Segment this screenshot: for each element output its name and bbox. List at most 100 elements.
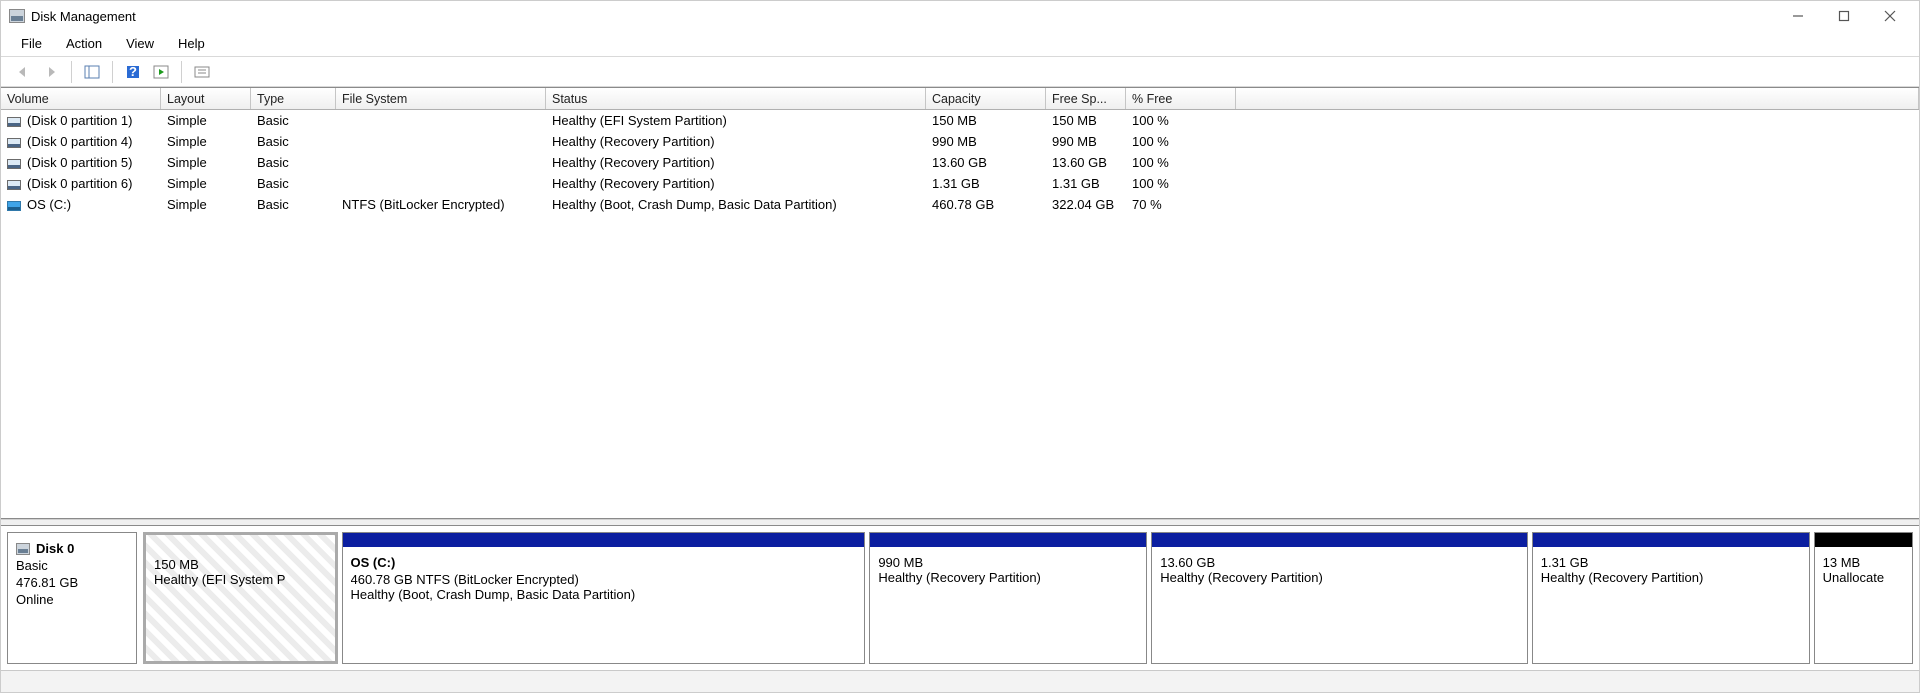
partition-stripe: [1152, 533, 1527, 547]
disk-info[interactable]: Disk 0 Basic 476.81 GB Online: [7, 532, 137, 664]
cell-type: Basic: [251, 134, 336, 149]
partition-size: 13.60 GB: [1160, 555, 1519, 570]
cell-pct: 100 %: [1126, 176, 1236, 191]
back-button[interactable]: [11, 61, 35, 83]
menu-view[interactable]: View: [118, 34, 162, 53]
cell-layout: Simple: [161, 155, 251, 170]
partition-box[interactable]: OS (C:) 460.78 GB NTFS (BitLocker Encrypt…: [342, 532, 866, 664]
col-capacity[interactable]: Capacity: [926, 88, 1046, 109]
titlebar: Disk Management: [1, 1, 1919, 31]
list-header: Volume Layout Type File System Status Ca…: [1, 88, 1919, 110]
cell-free: 322.04 GB: [1046, 197, 1126, 212]
col-free[interactable]: Free Sp...: [1046, 88, 1126, 109]
table-row[interactable]: (Disk 0 partition 6) SimpleBasic Healthy (…: [1, 173, 1919, 194]
cell-capacity: 460.78 GB: [926, 197, 1046, 212]
cell-layout: Simple: [161, 176, 251, 191]
volume-icon: [7, 180, 21, 190]
statusbar: [1, 670, 1919, 692]
cell-layout: Simple: [161, 113, 251, 128]
separator-icon: [71, 61, 72, 83]
cell-volume: (Disk 0 partition 6): [27, 176, 132, 191]
cell-layout: Simple: [161, 134, 251, 149]
cell-status: Healthy (Boot, Crash Dump, Basic Data Pa…: [546, 197, 926, 212]
properties-button[interactable]: [190, 61, 214, 83]
partition-status: Healthy (Boot, Crash Dump, Basic Data Pa…: [351, 587, 857, 602]
cell-capacity: 990 MB: [926, 134, 1046, 149]
menu-action[interactable]: Action: [58, 34, 110, 53]
cell-status: Healthy (Recovery Partition): [546, 176, 926, 191]
partition-box[interactable]: 990 MBHealthy (Recovery Partition): [869, 532, 1147, 664]
partition-box[interactable]: 13.60 GBHealthy (Recovery Partition): [1151, 532, 1528, 664]
app-icon: [9, 9, 25, 23]
volume-list: Volume Layout Type File System Status Ca…: [1, 87, 1919, 519]
cell-free: 990 MB: [1046, 134, 1126, 149]
separator-icon: [181, 61, 182, 83]
forward-button[interactable]: [39, 61, 63, 83]
partition-box[interactable]: 13 MBUnallocate: [1814, 532, 1913, 664]
partition-box[interactable]: 1.31 GBHealthy (Recovery Partition): [1532, 532, 1810, 664]
cell-type: Basic: [251, 155, 336, 170]
partition-box[interactable]: 150 MBHealthy (EFI System P: [143, 532, 338, 664]
partition-status: Healthy (Recovery Partition): [878, 570, 1138, 585]
help-button[interactable]: ?: [121, 61, 145, 83]
disk-type: Basic: [16, 558, 128, 573]
cell-fs: NTFS (BitLocker Encrypted): [336, 197, 546, 212]
col-fs[interactable]: File System: [336, 88, 546, 109]
svg-text:?: ?: [129, 65, 137, 79]
volume-icon: [7, 117, 21, 127]
separator-icon: [112, 61, 113, 83]
cell-free: 13.60 GB: [1046, 155, 1126, 170]
cell-capacity: 150 MB: [926, 113, 1046, 128]
partition-size: 990 MB: [878, 555, 1138, 570]
col-pct[interactable]: % Free: [1126, 88, 1236, 109]
disk-icon: [16, 543, 30, 555]
maximize-button[interactable]: [1821, 1, 1867, 31]
col-status[interactable]: Status: [546, 88, 926, 109]
cell-volume: (Disk 0 partition 1): [27, 113, 132, 128]
menu-file[interactable]: File: [13, 34, 50, 53]
menubar: File Action View Help: [1, 31, 1919, 57]
partition-size: 460.78 GB NTFS (BitLocker Encrypted): [351, 572, 857, 587]
cell-status: Healthy (Recovery Partition): [546, 155, 926, 170]
cell-type: Basic: [251, 113, 336, 128]
disk-size: 476.81 GB: [16, 575, 128, 590]
cell-pct: 100 %: [1126, 155, 1236, 170]
partition-status: Healthy (Recovery Partition): [1541, 570, 1801, 585]
partition-name: OS (C:): [351, 555, 857, 570]
cell-volume: (Disk 0 partition 4): [27, 134, 132, 149]
cell-pct: 100 %: [1126, 113, 1236, 128]
disk-status: Online: [16, 592, 128, 607]
close-button[interactable]: [1867, 1, 1913, 31]
col-type[interactable]: Type: [251, 88, 336, 109]
minimize-button[interactable]: [1775, 1, 1821, 31]
partition-status: Healthy (EFI System P: [154, 572, 327, 587]
partition-stripe: [1533, 533, 1809, 547]
partition-stripe: [343, 533, 865, 547]
cell-free: 150 MB: [1046, 113, 1126, 128]
cell-pct: 70 %: [1126, 197, 1236, 212]
col-layout[interactable]: Layout: [161, 88, 251, 109]
partition-stripe: [1815, 533, 1912, 547]
cell-volume: (Disk 0 partition 5): [27, 155, 132, 170]
partition-stripe: [870, 533, 1146, 547]
partition-status: Healthy (Recovery Partition): [1160, 570, 1519, 585]
table-row[interactable]: (Disk 0 partition 5) SimpleBasic Healthy (…: [1, 152, 1919, 173]
volume-icon: [7, 201, 21, 211]
partition-size: 13 MB: [1823, 555, 1904, 570]
partition-size: 150 MB: [154, 557, 327, 572]
table-row[interactable]: (Disk 0 partition 1)SimpleBasicHealthy (…: [1, 110, 1919, 131]
window-title: Disk Management: [31, 9, 136, 24]
menu-help[interactable]: Help: [170, 34, 213, 53]
partition-size: 1.31 GB: [1541, 555, 1801, 570]
window: Disk Management File Action View Help ? …: [0, 0, 1920, 693]
cell-type: Basic: [251, 176, 336, 191]
table-row[interactable]: (Disk 0 partition 4)SimpleBasicHealthy (…: [1, 131, 1919, 152]
refresh-button[interactable]: [80, 61, 104, 83]
cell-layout: Simple: [161, 197, 251, 212]
action-button[interactable]: [149, 61, 173, 83]
col-volume[interactable]: Volume: [1, 88, 161, 109]
table-row[interactable]: OS (C:)SimpleBasicNTFS (BitLocker Encryp…: [1, 194, 1919, 215]
partition-status: Unallocate: [1823, 570, 1904, 585]
cell-pct: 100 %: [1126, 134, 1236, 149]
disk-name: Disk 0: [36, 541, 74, 556]
